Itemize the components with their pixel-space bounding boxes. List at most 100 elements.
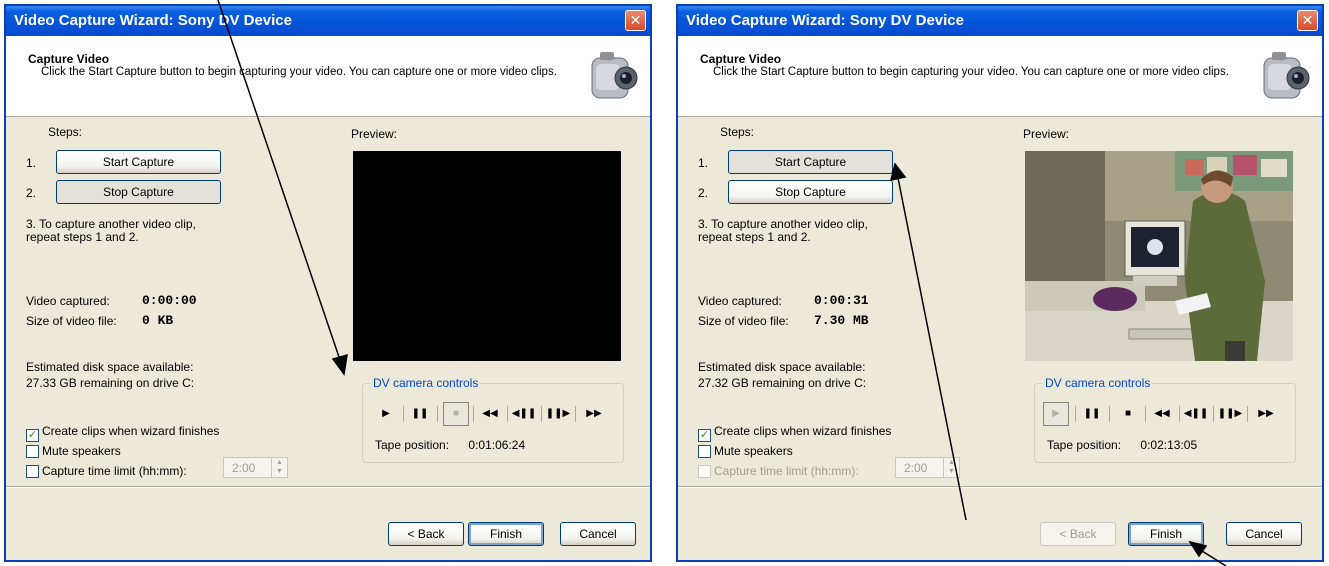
dv-separator <box>1075 406 1076 422</box>
step-1-number: 1. <box>26 156 37 170</box>
rewind-button[interactable]: ◀◀ <box>1149 402 1175 426</box>
fast-forward-button[interactable]: ▶▶ <box>581 402 607 426</box>
checkbox-checked-icon: ✓ <box>26 429 39 442</box>
step-forward-button[interactable]: ❚❚▶ <box>545 402 571 426</box>
create-clips-checkbox[interactable]: ✓ Create clips when wizard finishes <box>698 424 891 442</box>
mute-speakers-checkbox[interactable]: Mute speakers <box>698 444 793 458</box>
tape-position: Tape position: 0:01:06:24 <box>375 438 525 452</box>
dv-separator <box>1109 406 1110 422</box>
finish-button[interactable]: Finish <box>1128 522 1204 546</box>
wizard-header: Capture Video Click the Start Capture bu… <box>678 36 1322 117</box>
capture-time-limit-checkbox[interactable]: Capture time limit (hh:mm): <box>26 464 187 478</box>
dv-separator <box>437 406 438 422</box>
pause-button[interactable]: ❚❚ <box>407 402 433 426</box>
camcorder-icon <box>1263 52 1310 99</box>
video-preview <box>1025 151 1293 361</box>
tape-position-value: 0:01:06:24 <box>468 438 526 452</box>
checkbox-unchecked-icon <box>698 465 711 478</box>
wizard-window-left: Video Capture Wizard: Sony DV Device ✕ C… <box>4 4 652 562</box>
play-button[interactable]: ▶ <box>373 402 399 426</box>
time-limit-spinner[interactable]: 2:00 ▲ ▼ <box>895 457 960 478</box>
step-back-button[interactable]: ◀❚❚ <box>1183 402 1209 426</box>
dv-separator <box>1213 406 1214 422</box>
mute-speakers-checkbox[interactable]: Mute speakers <box>26 444 121 458</box>
file-size-label: Size of video file: <box>698 314 789 328</box>
capture-time-limit-label: Capture time limit (hh:mm): <box>42 464 187 478</box>
title-bar[interactable]: Video Capture Wizard: Sony DV Device ✕ <box>6 6 650 36</box>
step-1-number: 1. <box>698 156 709 170</box>
pause-button[interactable]: ❚❚ <box>1079 402 1105 426</box>
page-description: Click the Start Capture button to begin … <box>713 66 1229 78</box>
create-clips-label: Create clips when wizard finishes <box>714 424 892 438</box>
wizard-window-right: Video Capture Wizard: Sony DV Device ✕ C… <box>676 4 1324 562</box>
checkbox-unchecked-icon <box>698 445 711 458</box>
close-button[interactable]: ✕ <box>625 10 646 31</box>
time-limit-value: 2:00 <box>232 461 256 475</box>
back-button[interactable]: < Back <box>388 522 464 546</box>
cancel-button[interactable]: Cancel <box>1226 522 1302 546</box>
time-limit-value: 2:00 <box>904 461 928 475</box>
spinner-arrows-icon[interactable]: ▲ ▼ <box>943 458 959 477</box>
checkbox-checked-icon: ✓ <box>698 429 711 442</box>
dv-separator <box>473 406 474 422</box>
mute-speakers-label: Mute speakers <box>714 444 793 458</box>
stop-button[interactable]: ■ <box>1115 402 1141 426</box>
step-3-text: 3. To capture another video clip, repeat… <box>26 217 196 244</box>
step-2-number: 2. <box>26 186 37 200</box>
step-3-text: 3. To capture another video clip, repeat… <box>698 217 868 244</box>
step-forward-button[interactable]: ❚❚▶ <box>1217 402 1243 426</box>
file-size-value: 0 KB <box>142 313 174 328</box>
stop-capture-button[interactable]: Stop Capture <box>56 180 221 204</box>
dv-separator <box>507 406 508 422</box>
video-captured-value: 0:00:00 <box>142 293 197 308</box>
wizard-header: Capture Video Click the Start Capture bu… <box>6 36 650 117</box>
video-preview <box>353 151 621 361</box>
tape-position-label: Tape position: <box>375 438 450 452</box>
title-bar[interactable]: Video Capture Wizard: Sony DV Device ✕ <box>678 6 1322 36</box>
steps-label: Steps: <box>720 125 755 139</box>
time-limit-spinner[interactable]: 2:00 ▲ ▼ <box>223 457 288 478</box>
checkbox-unchecked-icon <box>26 445 39 458</box>
dv-separator <box>403 406 404 422</box>
video-captured-label: Video captured: <box>26 294 110 308</box>
fast-forward-button[interactable]: ▶▶ <box>1253 402 1279 426</box>
tape-position: Tape position: 0:02:13:05 <box>1047 438 1197 452</box>
back-button[interactable]: < Back <box>1040 522 1116 546</box>
capture-time-limit-checkbox[interactable]: Capture time limit (hh:mm): <box>698 464 859 478</box>
dv-separator <box>1247 406 1248 422</box>
dv-controls-title: DV camera controls <box>1043 376 1153 390</box>
disk-space-label: Estimated disk space available: <box>698 360 866 374</box>
stop-capture-button[interactable]: Stop Capture <box>728 180 893 204</box>
file-size-value: 7.30 MB <box>814 313 869 328</box>
preview-label: Preview: <box>351 127 398 141</box>
start-capture-button[interactable]: Start Capture <box>56 150 221 174</box>
page-title: Capture Video <box>700 52 782 66</box>
dv-camera-controls: DV camera controls ▶ ❚❚ ■ ◀◀ ◀❚❚ ❚❚▶ ▶▶ … <box>1034 376 1296 463</box>
office-scene-image <box>1025 151 1293 361</box>
mute-speakers-label: Mute speakers <box>42 444 121 458</box>
disk-space-value: 27.33 GB remaining on drive C: <box>26 376 195 390</box>
disk-space-label: Estimated disk space available: <box>26 360 194 374</box>
cancel-button[interactable]: Cancel <box>560 522 636 546</box>
video-captured-label: Video captured: <box>698 294 782 308</box>
dv-separator <box>1179 406 1180 422</box>
tape-position-label: Tape position: <box>1047 438 1122 452</box>
play-button[interactable]: ▶ <box>1043 402 1069 426</box>
create-clips-checkbox[interactable]: ✓ Create clips when wizard finishes <box>26 424 219 442</box>
dv-camera-controls: DV camera controls ▶ ❚❚ ■ ◀◀ ◀❚❚ ❚❚▶ ▶▶ … <box>362 376 624 463</box>
close-button[interactable]: ✕ <box>1297 10 1318 31</box>
file-size-label: Size of video file: <box>26 314 117 328</box>
page-title: Capture Video <box>28 52 110 66</box>
dv-separator <box>575 406 576 422</box>
tape-position-value: 0:02:13:05 <box>1140 438 1198 452</box>
start-capture-button[interactable]: Start Capture <box>728 150 893 174</box>
window-title: Video Capture Wizard: Sony DV Device <box>686 12 964 29</box>
video-captured-value: 0:00:31 <box>814 293 869 308</box>
stop-button[interactable]: ■ <box>443 402 469 426</box>
disk-space-value: 27.32 GB remaining on drive C: <box>698 376 867 390</box>
step-back-button[interactable]: ◀❚❚ <box>511 402 537 426</box>
finish-button[interactable]: Finish <box>468 522 544 546</box>
rewind-button[interactable]: ◀◀ <box>477 402 503 426</box>
spinner-arrows-icon[interactable]: ▲ ▼ <box>271 458 287 477</box>
step-2-number: 2. <box>698 186 709 200</box>
